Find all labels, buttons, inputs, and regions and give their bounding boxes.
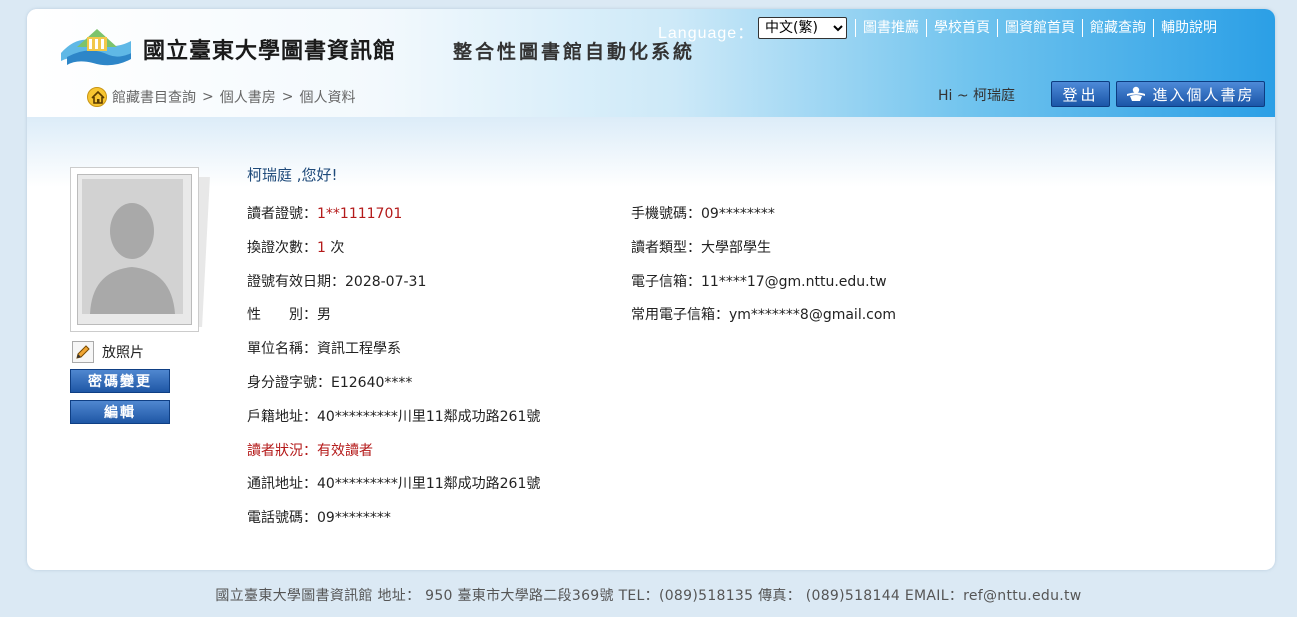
field-label: 讀者類型： <box>631 239 701 256</box>
enter-my-library-button[interactable]: 進入個人書房 <box>1116 81 1265 107</box>
field-value: E12640**** <box>331 375 413 391</box>
field-value: 1 <box>317 239 326 256</box>
site-title: 國立臺東大學圖書資訊館 <box>143 38 397 64</box>
field-value: 有效讀者 <box>317 442 373 459</box>
field-value: 11****17@gm.nttu.edu.tw <box>701 273 887 290</box>
link-library-home[interactable]: 圖資館首頁 <box>997 19 1082 37</box>
logout-button[interactable]: 登出 <box>1051 81 1110 107</box>
change-password-button[interactable]: 密碼變更 <box>70 369 170 393</box>
language-select[interactable]: 中文(繁) <box>758 17 847 39</box>
field-label: 讀者狀況： <box>247 442 317 459</box>
breadcrumb: 館藏書目查詢 > 個人書房 > 個人資料 <box>87 87 355 107</box>
main-card: 國立臺東大學圖書資訊館 整合性圖書館自動化系統 Language： 中文(繁) … <box>27 9 1275 570</box>
field-label: 性 別： <box>247 307 317 324</box>
field-value: ym*******8@gmail.com <box>729 307 897 324</box>
field-value: 09******** <box>701 206 775 222</box>
field-value: 大學部學生 <box>701 239 771 256</box>
avatar-placeholder-icon <box>82 179 183 314</box>
field-value: 2028-07-31 <box>345 273 427 290</box>
profile-field: 換證次數：1 次 <box>247 237 344 257</box>
hello-message: 柯瑞庭 ,您好! <box>247 166 338 184</box>
enter-my-library-label: 進入個人書房 <box>1152 85 1255 104</box>
profile-field: 單位名稱：資訊工程學系 <box>247 338 401 358</box>
profile-field: 常用電子信箱：ym*******8@gmail.com <box>631 304 896 324</box>
top-links: 圖書推薦 學校首頁 圖資館首頁 館藏查詢 輔助說明 <box>855 19 1224 37</box>
field-label: 電話號碼： <box>247 510 317 527</box>
link-catalog-search[interactable]: 館藏查詢 <box>1082 19 1153 37</box>
link-school-home[interactable]: 學校首頁 <box>926 19 997 37</box>
profile-field: 讀者類型：大學部學生 <box>631 237 771 257</box>
footer-info: 國立臺東大學圖書資訊館 地址： 950 臺東市大學路二段369號 TEL：(08… <box>215 588 1082 604</box>
field-value: 09******** <box>317 510 391 527</box>
header-fade-band <box>27 117 1275 187</box>
field-label: 通訊地址： <box>247 476 317 493</box>
profile-field: 證號有效日期：2028-07-31 <box>247 271 426 291</box>
field-label: 手機號碼： <box>631 206 701 222</box>
breadcrumb-separator: > <box>202 89 214 105</box>
field-label: 證號有效日期： <box>247 273 345 290</box>
breadcrumb-catalog[interactable]: 館藏書目查詢 <box>112 87 196 107</box>
library-logo-icon[interactable] <box>59 23 133 71</box>
profile-field: 戶籍地址：40*********川里11鄰成功路261號 <box>247 406 540 426</box>
field-label: 身分證字號： <box>247 375 331 391</box>
reader-icon <box>1127 86 1146 101</box>
pencil-icon[interactable] <box>72 341 94 363</box>
field-value: 40*********川里11鄰成功路261號 <box>317 476 541 493</box>
profile-field: 通訊地址：40*********川里11鄰成功路261號 <box>247 473 540 493</box>
home-icon[interactable] <box>87 87 107 107</box>
upload-photo-label: 放照片 <box>102 345 144 361</box>
field-suffix: 次 <box>325 239 345 256</box>
profile-field: 電話號碼：09******** <box>247 507 391 527</box>
field-value: 資訊工程學系 <box>317 341 401 358</box>
field-label: 讀者證號： <box>247 206 317 222</box>
link-book-recommend[interactable]: 圖書推薦 <box>855 19 926 37</box>
field-label: 電子信箱： <box>631 273 701 290</box>
upload-photo[interactable]: 放照片 <box>72 341 144 363</box>
field-label: 戶籍地址： <box>247 408 317 425</box>
profile-field: 手機號碼：09******** <box>631 203 775 223</box>
profile-field: 電子信箱：11****17@gm.nttu.edu.tw <box>631 271 887 291</box>
language-label: Language： <box>658 25 755 42</box>
link-help[interactable]: 輔助說明 <box>1153 19 1224 37</box>
profile-field: 讀者證號：1**1111701 <box>247 203 402 223</box>
field-label: 常用電子信箱： <box>631 307 729 324</box>
profile-photo <box>70 167 210 337</box>
field-label: 單位名稱： <box>247 341 317 358</box>
profile-field: 身分證字號：E12640**** <box>247 372 412 392</box>
breadcrumb-profile: 個人資料 <box>299 90 356 106</box>
edit-button[interactable]: 編輯 <box>70 400 170 424</box>
field-value: 男 <box>317 307 331 324</box>
field-label: 換證次數： <box>247 239 317 256</box>
field-value: 1**1111701 <box>317 206 403 222</box>
user-greeting: Hi ~ 柯瑞庭 <box>938 88 1016 104</box>
breadcrumb-my-library[interactable]: 個人書房 <box>220 87 276 107</box>
profile-field: 性 別：男 <box>247 304 331 324</box>
breadcrumb-separator: > <box>281 89 294 105</box>
field-value: 40*********川里11鄰成功路261號 <box>317 408 541 425</box>
profile-field: 讀者狀況：有效讀者 <box>247 440 373 460</box>
